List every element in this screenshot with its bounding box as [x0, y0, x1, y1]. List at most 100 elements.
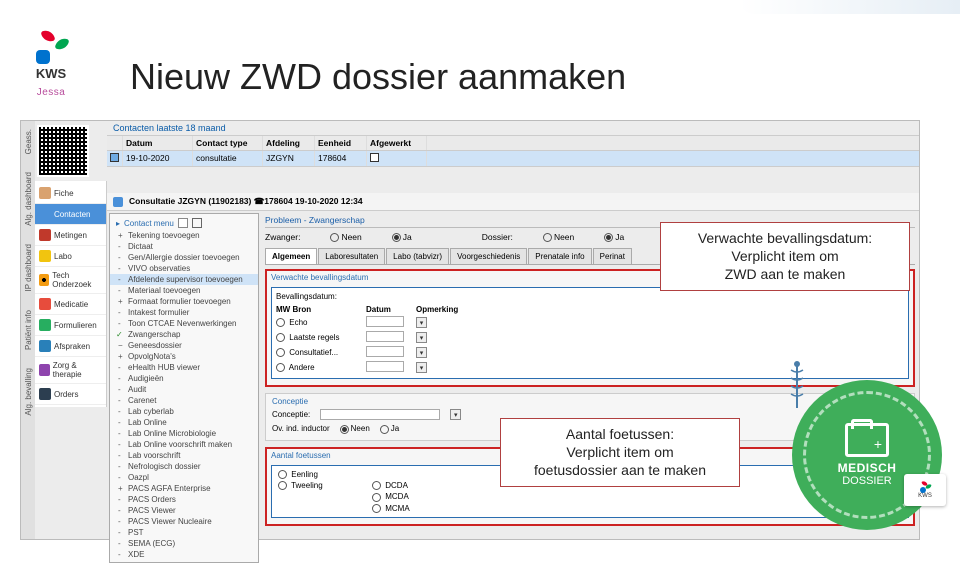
tab-labo-tabvizr-[interactable]: Labo (tabvizr) — [386, 248, 449, 264]
tab-voorgeschiedenis[interactable]: Voorgeschiedenis — [450, 248, 527, 264]
ctx-pacs-agfa-enterprise[interactable]: PACS AGFA Enterprise — [110, 483, 258, 494]
radio-dossier-yes[interactable]: Ja — [604, 232, 624, 242]
ctx-pacs-orders[interactable]: PACS Orders — [110, 494, 258, 505]
folder-plus-icon — [845, 423, 889, 457]
ctx-afdelende-supervisor-toevoegen[interactable]: Afdelende supervisor toevoegen — [110, 274, 258, 285]
done-checkbox[interactable] — [370, 153, 379, 162]
nav-item-labo[interactable]: Labo — [35, 246, 106, 267]
ctx-toon-ctcae-nevenwerkingen[interactable]: Toon CTCAE Nevenwerkingen — [110, 318, 258, 329]
date-input-laatste[interactable] — [366, 331, 406, 344]
ctx-pst[interactable]: PST — [110, 527, 258, 538]
ctx-pacs-viewer-nucleaire[interactable]: PACS Viewer Nucleaire — [110, 516, 258, 527]
ctx-lab-online-voorschrift-maken[interactable]: Lab Online voorschrift maken — [110, 439, 258, 450]
ctx-lab-online-microbiologie[interactable]: Lab Online Microbiologie — [110, 428, 258, 439]
contacts-grid-row[interactable]: 19-10-2020consultatieJZGYN178604 — [107, 151, 919, 167]
print-icon[interactable] — [192, 218, 202, 228]
col-datum: Datum — [366, 305, 406, 314]
tab-perinat[interactable]: Perinat — [593, 248, 632, 264]
conception-dropdown-icon[interactable] — [450, 409, 461, 420]
nav-item-contacten[interactable]: Contacten — [35, 204, 106, 225]
nav-item-fiche[interactable]: Fiche — [35, 183, 106, 204]
context-menu: Contact menu Tekening toevoegenDictaatGe… — [109, 213, 259, 563]
date-input-andere[interactable] — [366, 361, 406, 374]
cell-0 — [107, 151, 123, 166]
ctx-materiaal-toevoegen[interactable]: Materiaal toevoegen — [110, 285, 258, 296]
radio-induction-yes[interactable]: Ja — [380, 424, 399, 433]
cell-1: 19-10-2020 — [123, 151, 193, 166]
side-tab-0[interactable]: Geass. — [24, 129, 33, 154]
radio-dcda[interactable]: DCDA — [372, 481, 432, 490]
side-tab-2[interactable]: IP dashboard — [24, 244, 33, 291]
ctx-vivo-observaties[interactable]: VIVO observaties — [110, 263, 258, 274]
radio-pregnant-no[interactable]: Neen — [330, 232, 361, 242]
tab-algemeen[interactable]: Algemeen — [265, 248, 317, 264]
callout2-line1: Aantal foetussen: — [513, 425, 727, 443]
dd-andere[interactable] — [416, 362, 466, 373]
ctx-gen-allergie-dossier-toevoegen[interactable]: Gen/Allergie dossier toevoegen — [110, 252, 258, 263]
side-tab-3[interactable]: Patiënt info — [24, 310, 33, 350]
ctx-dictaat[interactable]: Dictaat — [110, 241, 258, 252]
date-input-echo[interactable] — [366, 316, 406, 329]
nav-item-zorg-therapie[interactable]: Zorg & therapie — [35, 357, 106, 384]
dd-laatste[interactable] — [416, 332, 466, 343]
radio-induction-no[interactable]: Neen — [340, 424, 370, 433]
date-input-consult[interactable] — [366, 346, 406, 359]
row-checkbox[interactable] — [110, 153, 119, 162]
ctx-carenet[interactable]: Carenet — [110, 395, 258, 406]
ctx-audit[interactable]: Audit — [110, 384, 258, 395]
radio-dossier-no[interactable]: Neen — [543, 232, 574, 242]
ctx-lab-voorschrift[interactable]: Lab voorschrift — [110, 450, 258, 461]
ctx-lab-cyberlab[interactable]: Lab cyberlab — [110, 406, 258, 417]
ctx-oazpl[interactable]: Oazpl — [110, 472, 258, 483]
nav-item-afspraken[interactable]: Afspraken — [35, 336, 106, 357]
dd-consult[interactable] — [416, 347, 466, 358]
radio-eenling[interactable]: Eenling — [278, 470, 358, 479]
ctx-zwangerschap[interactable]: Zwangerschap — [110, 329, 258, 340]
nav-item-orders[interactable]: Orders — [35, 384, 106, 405]
row-andere[interactable]: Andere — [276, 363, 356, 372]
radio-mcma[interactable]: MCMA — [372, 504, 432, 513]
kws-mini-icon — [919, 481, 931, 493]
side-tab-1[interactable]: Alg. dashboard — [24, 172, 33, 226]
col-2: Contact type — [193, 136, 263, 150]
dd-echo[interactable] — [416, 317, 466, 328]
detail-icon — [113, 197, 123, 207]
side-tab-4[interactable]: Alg. bevalling — [24, 368, 33, 416]
ctx-audigie-n[interactable]: Audigieën — [110, 373, 258, 384]
logo-subtext: Jessa — [37, 87, 66, 98]
ctx-lab-online[interactable]: Lab Online — [110, 417, 258, 428]
ctx-nefrologisch-dossier[interactable]: Nefrologisch dossier — [110, 461, 258, 472]
context-menu-checkbox[interactable] — [178, 218, 188, 228]
tab-laboresultaten[interactable]: Laboresultaten — [318, 248, 385, 264]
ico-fiche-icon — [39, 187, 51, 199]
nav-item-medicatie[interactable]: Medicatie — [35, 294, 106, 315]
ctx-pacs-viewer[interactable]: PACS Viewer — [110, 505, 258, 516]
ico-labo-icon — [39, 250, 51, 262]
ctx-xde[interactable]: XDE — [110, 549, 258, 560]
radio-pregnant-yes[interactable]: Ja — [392, 232, 412, 242]
conception-label: Conceptie: — [272, 410, 310, 419]
ctx-ehealth-hub-viewer[interactable]: eHealth HUB viewer — [110, 362, 258, 373]
ctx-intakest-formulier[interactable]: Intakest formulier — [110, 307, 258, 318]
context-menu-header[interactable]: Contact menu — [110, 216, 258, 230]
ctx-tekening-toevoegen[interactable]: Tekening toevoegen — [110, 230, 258, 241]
nav-item-tech-onderzoek[interactable]: Tech Onderzoek — [35, 267, 106, 294]
ctx-formaat-formulier-toevoegen[interactable]: Formaat formulier toevoegen — [110, 296, 258, 307]
cell-3: JZGYN — [263, 151, 315, 166]
nav-item-formulieren[interactable]: Formulieren — [35, 315, 106, 336]
tab-prenatale-info[interactable]: Prenatale info — [528, 248, 591, 264]
row-consult[interactable]: Consultatief... — [276, 348, 356, 357]
radio-mcda[interactable]: MCDA — [372, 492, 432, 501]
left-nav: FicheContactenMetingenLaboTech Onderzoek… — [35, 181, 107, 407]
row-echo[interactable]: Echo — [276, 318, 356, 327]
ctx-opvolgnota-s[interactable]: OpvolgNota's — [110, 351, 258, 362]
badge-line2: DOSSIER — [842, 475, 892, 487]
row-laatste[interactable]: Laatste regels — [276, 333, 356, 342]
nav-item-metingen[interactable]: Metingen — [35, 225, 106, 246]
contact-detail-bar: Consultatie JZGYN (11902183) ☎178604 19-… — [107, 193, 919, 211]
cell-2: consultatie — [193, 151, 263, 166]
ctx-geneesdossier[interactable]: Geneesdossier — [110, 340, 258, 351]
conception-select[interactable] — [320, 409, 440, 420]
ico-ord-icon — [39, 388, 51, 400]
radio-tweeling[interactable]: Tweeling — [278, 481, 358, 490]
